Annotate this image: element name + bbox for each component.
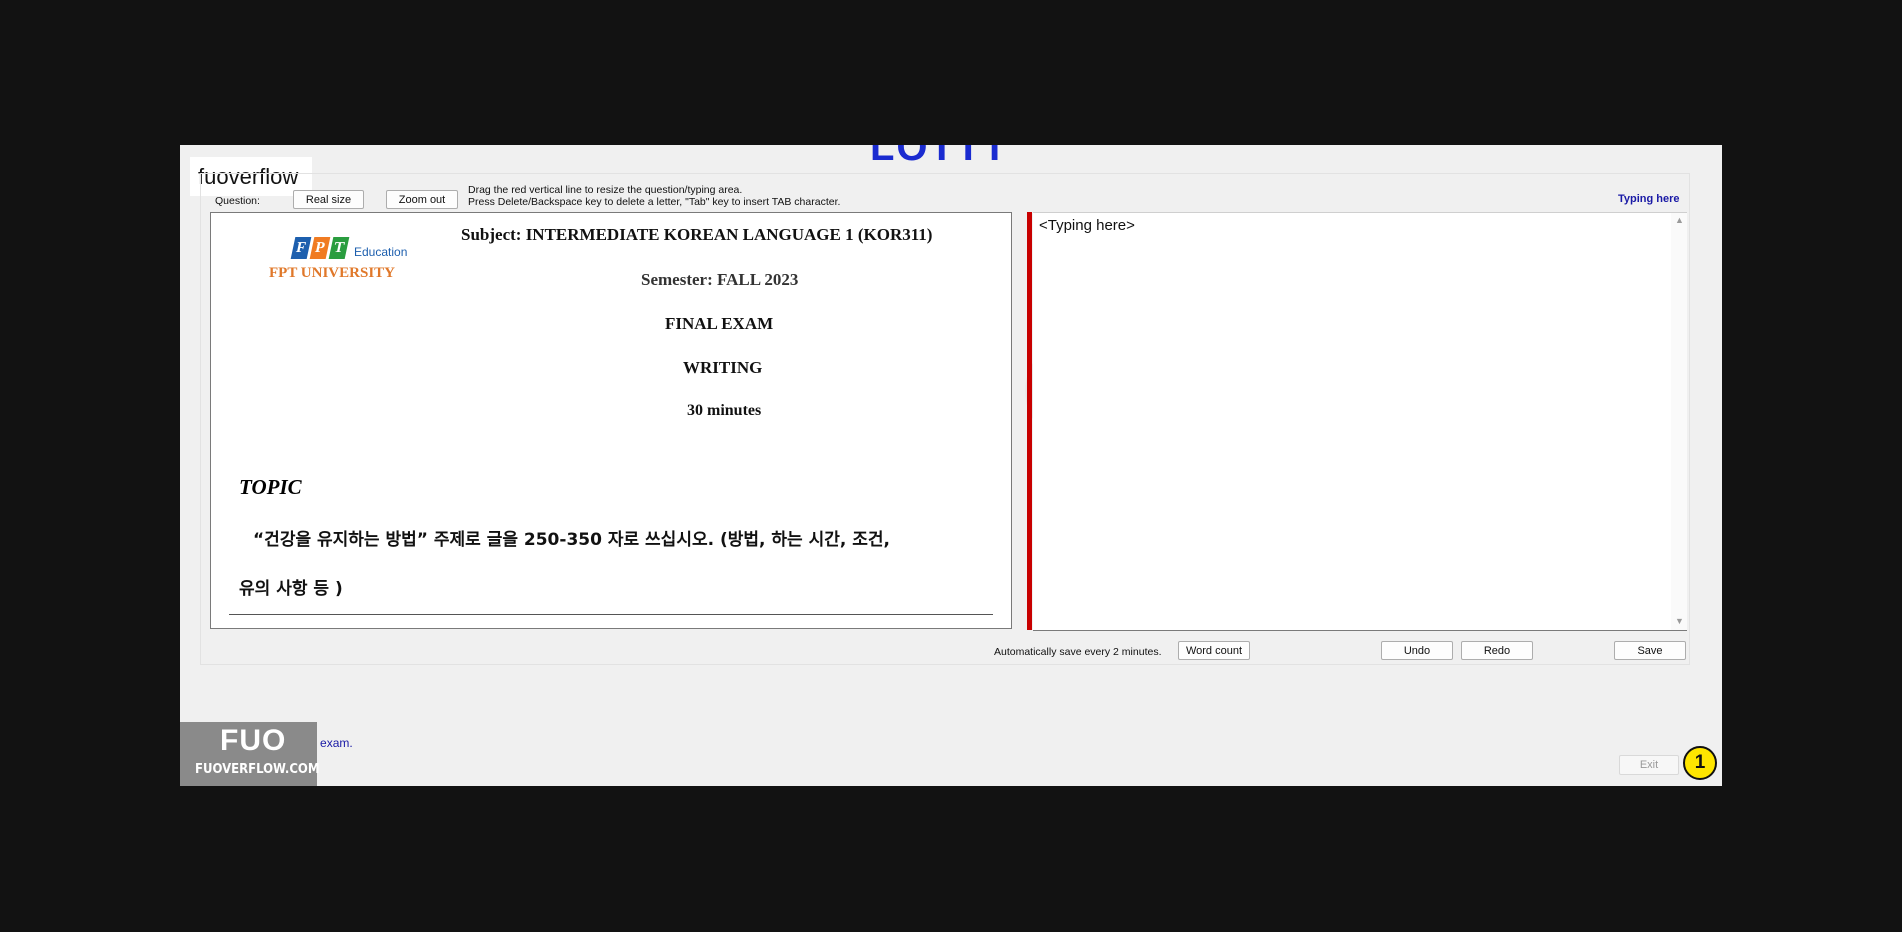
fpt-logo-letter-f: F: [290, 237, 312, 259]
fuo-logo-icon: FUO: [220, 724, 287, 757]
resize-divider[interactable]: [1027, 212, 1032, 630]
cropped-title: LOTTT: [870, 145, 1009, 169]
hint-line-2: Press Delete/Backspace key to delete a l…: [468, 196, 841, 208]
word-count-button[interactable]: Word count: [1178, 641, 1250, 660]
subject-heading: Subject: INTERMEDIATE KOREAN LANGUAGE 1 …: [461, 225, 933, 244]
fpt-logo-university: FPT UNIVERSITY: [269, 265, 395, 281]
zoom-out-button[interactable]: Zoom out: [386, 190, 458, 209]
duration-heading: 30 minutes: [687, 402, 762, 419]
fpt-logo-letter-t: T: [328, 237, 350, 259]
exit-button[interactable]: Exit: [1619, 755, 1679, 775]
hint-line-1: Drag the red vertical line to resize the…: [468, 184, 743, 196]
prompt-line-2: 유의 사항 등 ): [239, 579, 343, 599]
prompt-line-1: “건강을 유지하는 방법” 주제로 글을 250-350 자로 쓰십시오. (방…: [253, 530, 890, 550]
question-panel[interactable]: F P T Education FPT UNIVERSITY Subject: …: [210, 212, 1012, 629]
watermark-site-text: FUOVERFLOW.COM: [195, 762, 320, 777]
undo-button[interactable]: Undo: [1381, 641, 1453, 660]
fpt-logo: F P T Education FPT UNIVERSITY: [269, 237, 429, 282]
redo-button[interactable]: Redo: [1461, 641, 1533, 660]
fpt-logo-mark: F P T Education: [290, 237, 429, 259]
typing-panel: <Typing here> ▲ ▼: [1033, 212, 1687, 631]
section-heading: WRITING: [683, 358, 763, 377]
question-label: Question:: [215, 195, 260, 207]
exam-window: LOTTT FUO FUO FUO FUOVERFLOW.COM FUOVERF…: [180, 145, 1722, 786]
answer-textarea[interactable]: <Typing here>: [1033, 213, 1667, 623]
typing-here-label: Typing here: [1618, 193, 1680, 205]
scroll-up-icon[interactable]: ▲: [1675, 215, 1684, 225]
save-button[interactable]: Save: [1614, 641, 1686, 660]
autosave-note: Automatically save every 2 minutes.: [994, 646, 1162, 658]
typing-scrollbar[interactable]: ▲ ▼: [1671, 213, 1687, 630]
fpt-logo-education: Education: [354, 245, 408, 259]
topic-heading: TOPIC: [239, 475, 302, 499]
fpt-logo-letter-p: P: [309, 237, 331, 259]
semester-heading: Semester: FALL 2023: [641, 270, 799, 289]
real-size-button[interactable]: Real size: [293, 190, 364, 209]
question-bottom-rule: [229, 614, 993, 615]
scroll-down-icon[interactable]: ▼: [1675, 616, 1684, 626]
exam-heading: FINAL EXAM: [665, 314, 774, 333]
step-badge: 1: [1683, 746, 1717, 780]
watermark-overlay: FUO FUOVERFLOW.COM: [180, 722, 320, 786]
